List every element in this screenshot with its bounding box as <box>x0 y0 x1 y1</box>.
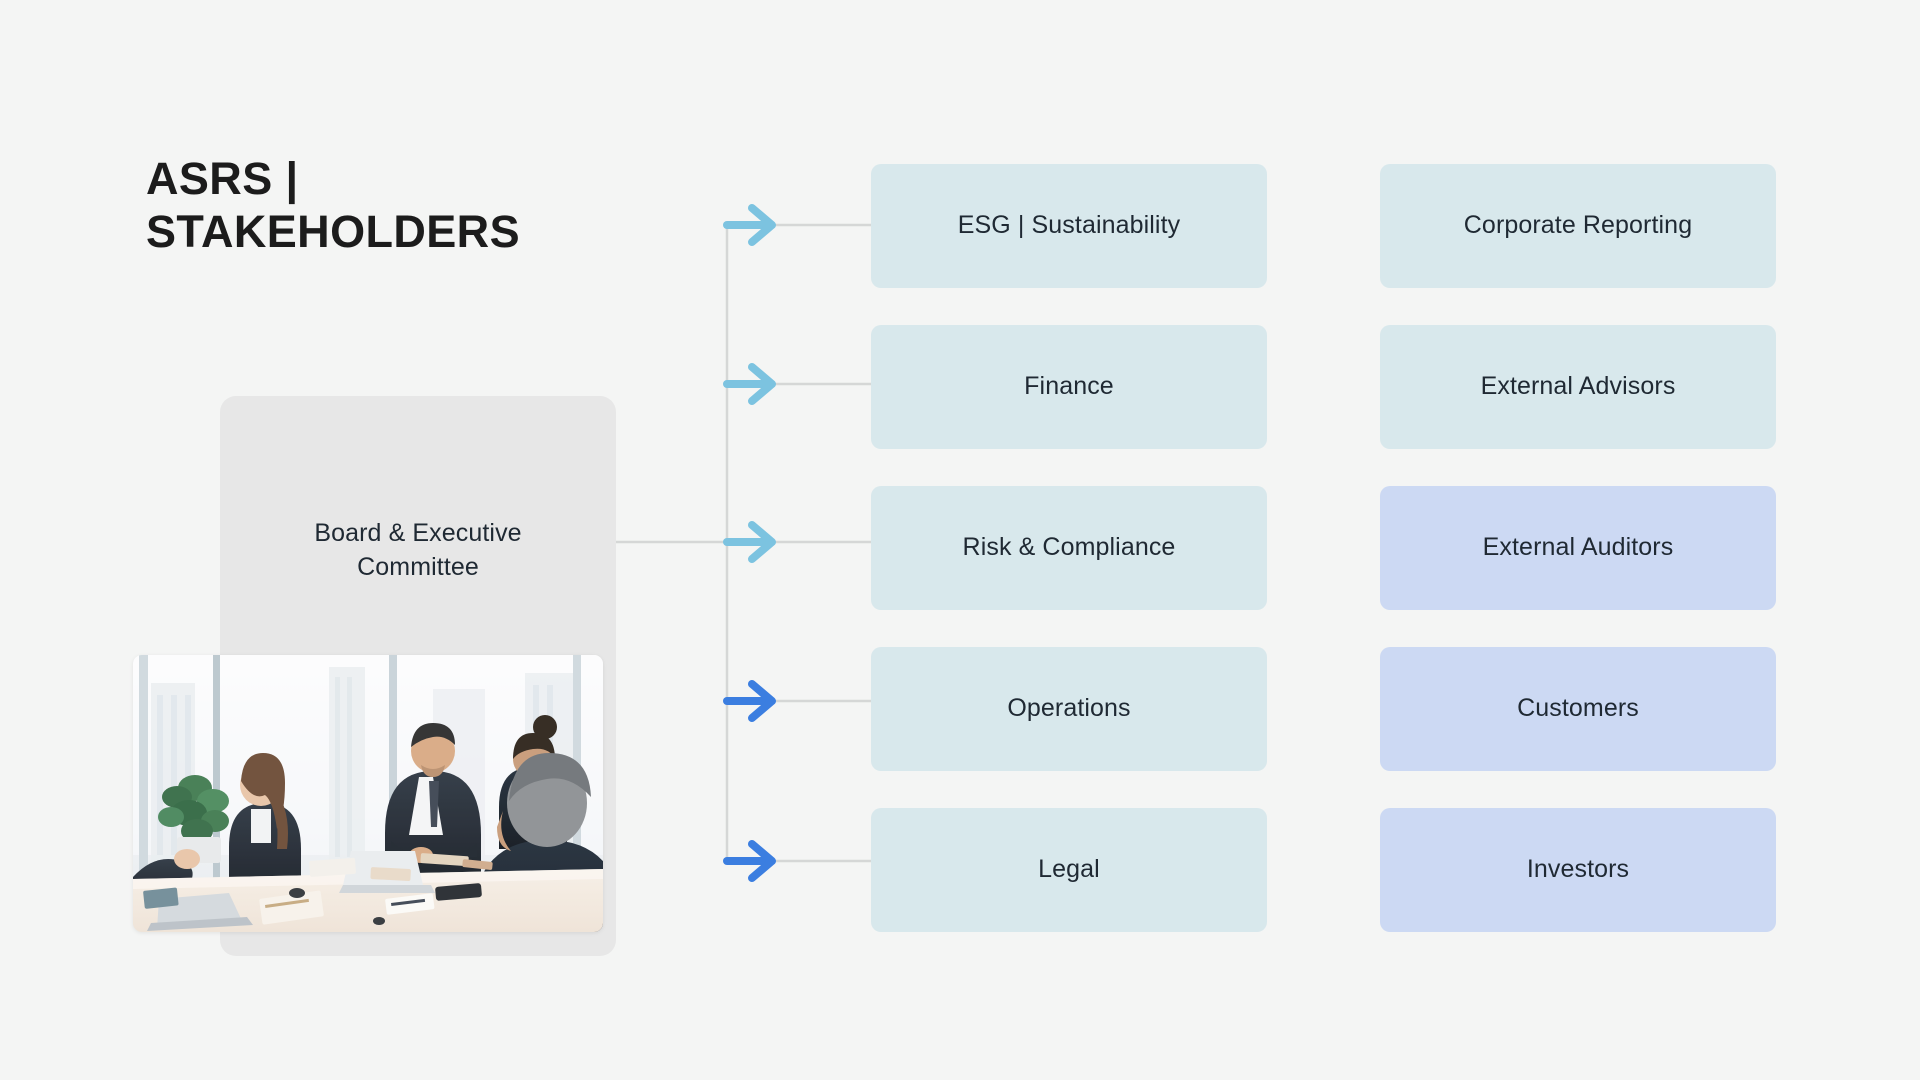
stakeholder-column-external: Corporate Reporting External Advisors Ex… <box>1380 164 1776 932</box>
stakeholder-node-external-advisors[interactable]: External Advisors <box>1380 325 1776 449</box>
stakeholder-node-corporate-reporting[interactable]: Corporate Reporting <box>1380 164 1776 288</box>
title-line-2: STAKEHOLDERS <box>146 206 520 258</box>
boardroom-photo <box>133 655 603 932</box>
boardroom-photo-illustration <box>133 655 603 932</box>
slide-canvas: ASRS | STAKEHOLDERS Board & Executive Co… <box>0 0 1920 1080</box>
arrow-icon-4 <box>723 680 776 722</box>
arrow-icon-5 <box>723 840 776 882</box>
stakeholder-node-finance[interactable]: Finance <box>871 325 1267 449</box>
stakeholder-node-investors[interactable]: Investors <box>1380 808 1776 932</box>
connector-row-1 <box>723 204 871 246</box>
page-title: ASRS | STAKEHOLDERS <box>146 152 666 258</box>
stakeholder-node-esg-sustainability[interactable]: ESG | Sustainability <box>871 164 1267 288</box>
board-executive-committee-label: Board & Executive Committee <box>314 519 522 582</box>
stakeholder-node-legal[interactable]: Legal <box>871 808 1267 932</box>
connector-row-2 <box>723 363 871 405</box>
connector-row-5 <box>723 840 871 882</box>
stakeholder-node-operations[interactable]: Operations <box>871 647 1267 771</box>
arrow-icon-1 <box>723 204 776 246</box>
title-line-1: ASRS | <box>146 153 299 204</box>
stakeholder-node-customers[interactable]: Customers <box>1380 647 1776 771</box>
stakeholder-node-risk-compliance[interactable]: Risk & Compliance <box>871 486 1267 610</box>
connector-row-4 <box>723 680 871 722</box>
arrow-icon-2 <box>723 363 776 405</box>
stakeholder-column-internal: ESG | Sustainability Finance Risk & Comp… <box>871 164 1267 932</box>
connector-row-3 <box>723 521 871 563</box>
stakeholder-node-external-auditors[interactable]: External Auditors <box>1380 486 1776 610</box>
arrow-icon-3 <box>723 521 776 563</box>
